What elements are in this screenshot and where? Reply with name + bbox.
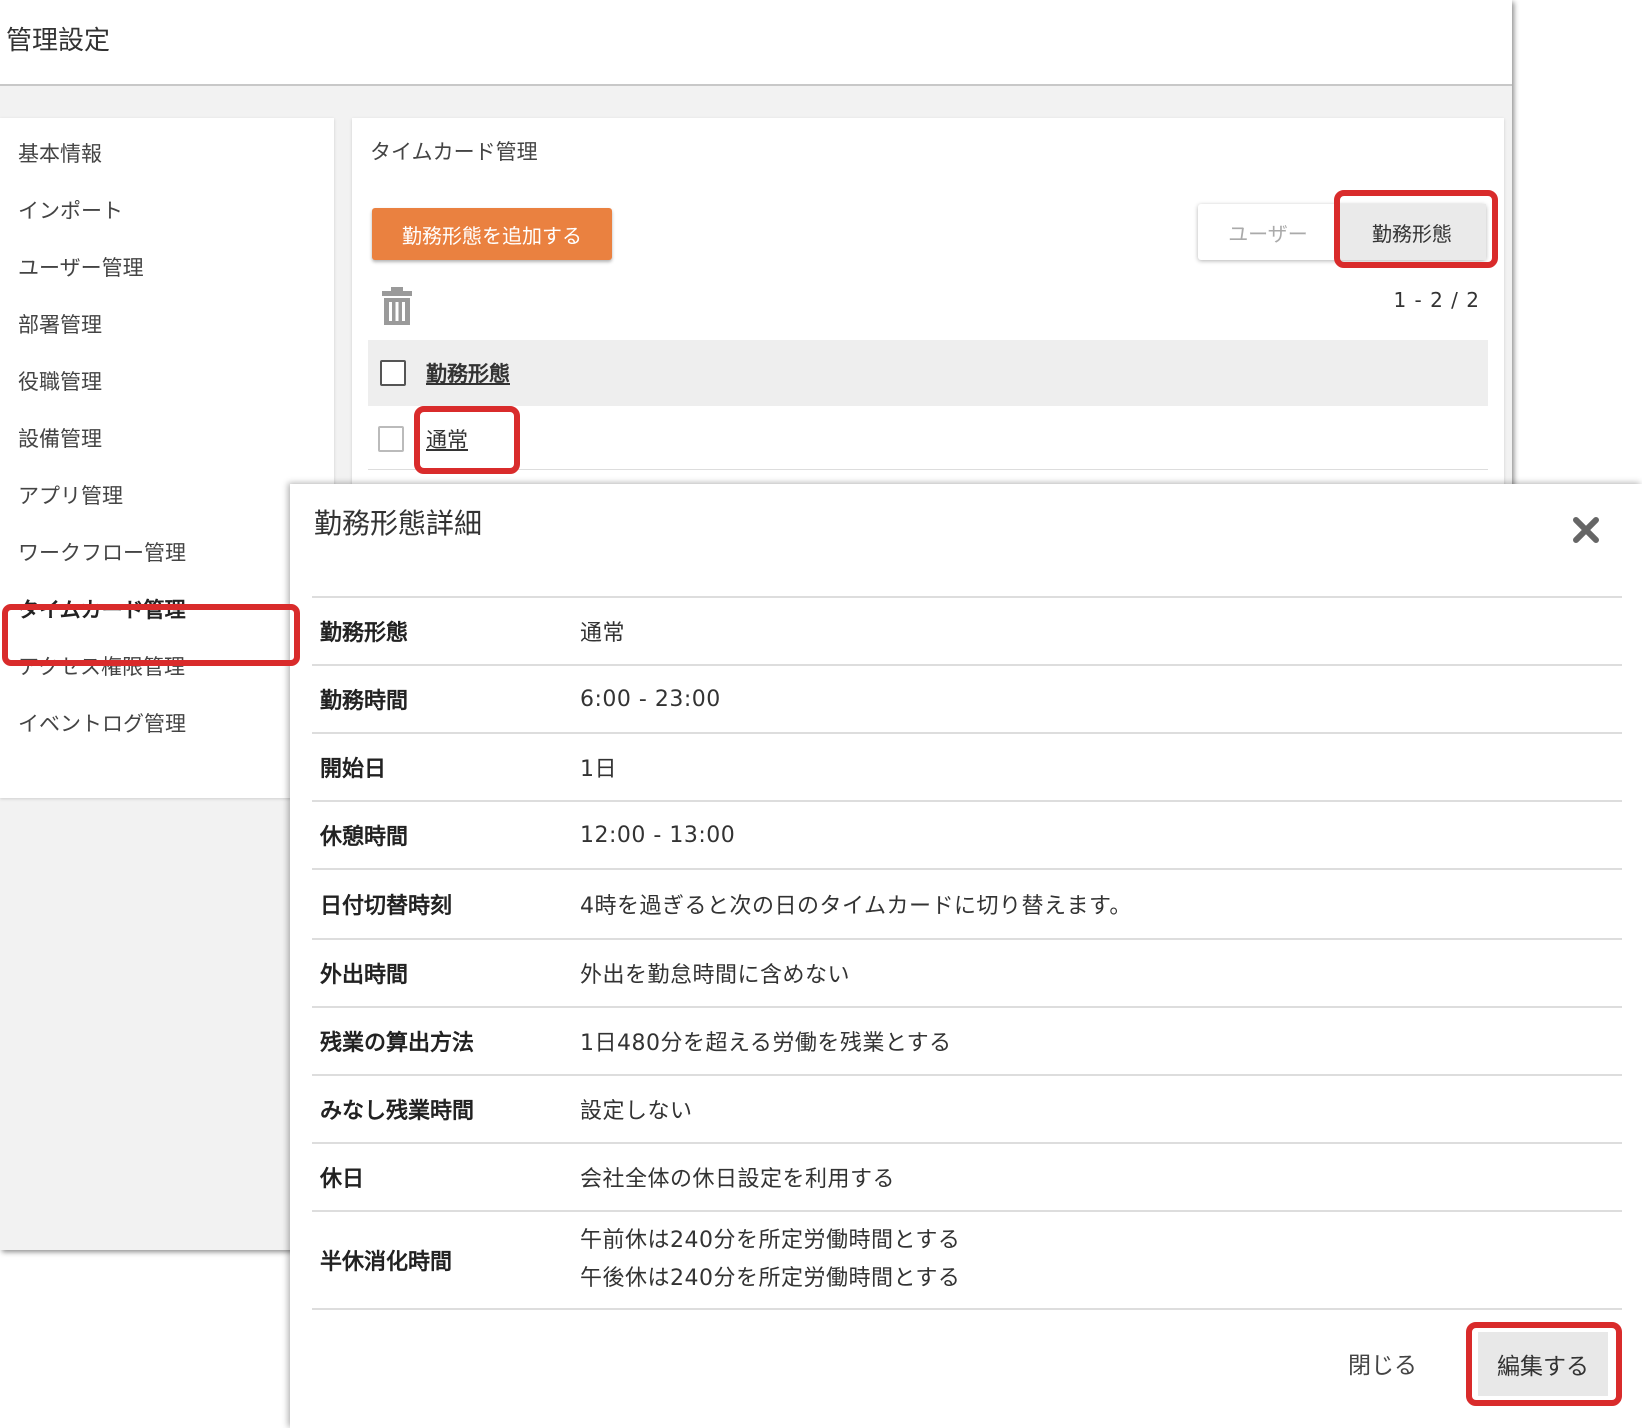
sidebar-item-facility-management[interactable]: 設備管理 <box>18 423 102 453</box>
detail-value-line: 午前休は240分を所定労働時間とする <box>580 1228 961 1253</box>
detail-row-date-switch-time: 日付切替時刻 4時を過ぎると次の日のタイムカードに切り替えます。 <box>312 870 1622 940</box>
sidebar-item-basic-info[interactable]: 基本情報 <box>18 138 102 168</box>
trash-icon[interactable] <box>380 286 414 326</box>
detail-label: 勤務形態 <box>320 621 409 646</box>
detail-value: 1日 <box>580 757 617 782</box>
detail-row-break-time: 休憩時間 12:00 - 13:00 <box>312 802 1622 870</box>
detail-value: 4時を過ぎると次の日のタイムカードに切り替えます。 <box>580 894 1132 919</box>
select-all-checkbox[interactable] <box>380 360 406 386</box>
detail-row-overtime-method: 残業の算出方法 1日480分を超える労働を残業とする <box>312 1008 1622 1076</box>
sidebar-item-app-management[interactable]: アプリ管理 <box>18 480 123 510</box>
detail-value: 12:00 - 13:00 <box>580 822 736 848</box>
sidebar-item-department-management[interactable]: 部署管理 <box>18 309 102 339</box>
detail-label: 半休消化時間 <box>320 1250 453 1275</box>
row-checkbox[interactable] <box>378 426 404 452</box>
detail-label: 休日 <box>320 1167 365 1192</box>
sidebar-item-position-management[interactable]: 役職管理 <box>18 366 102 396</box>
worktype-detail-modal: 勤務形態詳細 勤務形態 通常 勤務時間 6:00 - 23:00 開始日 1日 … <box>290 484 1642 1428</box>
close-icon[interactable] <box>1572 516 1600 544</box>
detail-row-half-day-time: 半休消化時間 午前休は240分を所定労働時間とする 午後休は240分を所定労働時… <box>312 1212 1622 1310</box>
close-button[interactable]: 閉じる <box>1348 1346 1417 1380</box>
sidebar-item-workflow-management[interactable]: ワークフロー管理 <box>18 537 186 567</box>
detail-label: 開始日 <box>320 757 387 782</box>
detail-label: 休憩時間 <box>320 825 409 850</box>
detail-value: 1日480分を超える労働を残業とする <box>580 1031 952 1056</box>
page-header: 管理設定 <box>0 0 1512 86</box>
worktype-toggle-highlight <box>1334 190 1498 268</box>
table-header: 勤務形態 <box>368 340 1488 406</box>
pagination-count: 1 - 2 / 2 <box>1393 288 1480 312</box>
sidebar-item-event-log-management[interactable]: イベントログ管理 <box>18 708 186 738</box>
toggle-user-button[interactable]: ユーザー <box>1198 204 1338 260</box>
detail-value: 会社全体の休日設定を利用する <box>580 1167 896 1192</box>
column-header-worktype[interactable]: 勤務形態 <box>426 358 510 388</box>
detail-label: 外出時間 <box>320 963 409 988</box>
detail-value: 設定しない <box>580 1099 693 1124</box>
detail-value: 6:00 - 23:00 <box>580 686 721 712</box>
detail-row-outing-time: 外出時間 外出を勤怠時間に含めない <box>312 940 1622 1008</box>
detail-label: 日付切替時刻 <box>320 894 453 919</box>
detail-table: 勤務形態 通常 勤務時間 6:00 - 23:00 開始日 1日 休憩時間 12… <box>312 596 1622 1310</box>
sidebar-item-user-management[interactable]: ユーザー管理 <box>18 252 144 282</box>
worktype-link-highlight <box>414 406 520 474</box>
edit-button-highlight <box>1466 1322 1622 1406</box>
detail-value: 通常 <box>580 621 626 646</box>
detail-value: 外出を勤怠時間に含めない <box>580 963 851 988</box>
detail-value-line: 午後休は240分を所定労働時間とする <box>580 1266 961 1291</box>
detail-row-work-hours: 勤務時間 6:00 - 23:00 <box>312 666 1622 734</box>
page-title: 管理設定 <box>6 26 111 56</box>
modal-title: 勤務形態詳細 <box>314 507 483 540</box>
sidebar-item-import[interactable]: インポート <box>18 195 123 225</box>
detail-row-start-day: 開始日 1日 <box>312 734 1622 802</box>
detail-row-holiday: 休日 会社全体の休日設定を利用する <box>312 1144 1622 1212</box>
detail-label: みなし残業時間 <box>320 1099 475 1124</box>
add-worktype-button[interactable]: 勤務形態を追加する <box>372 208 612 260</box>
detail-label: 勤務時間 <box>320 689 409 714</box>
settings-sidebar: 基本情報 インポート ユーザー管理 部署管理 役職管理 設備管理 アプリ管理 ワ… <box>0 118 334 798</box>
card-title: タイムカード管理 <box>370 140 538 164</box>
table-row: 通常 <box>368 406 1488 474</box>
detail-value: 午前休は240分を所定労働時間とする 午後休は240分を所定労働時間とする <box>580 1222 960 1298</box>
sidebar-active-highlight <box>2 604 300 666</box>
detail-label: 残業の算出方法 <box>320 1031 475 1056</box>
detail-row-deemed-overtime: みなし残業時間 設定しない <box>312 1076 1622 1144</box>
detail-row-worktype: 勤務形態 通常 <box>312 598 1622 666</box>
